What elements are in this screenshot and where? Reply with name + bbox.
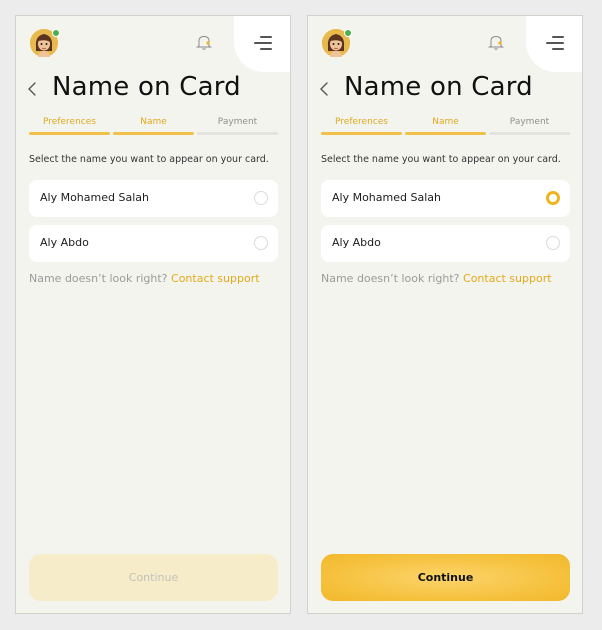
step-payment: Payment bbox=[197, 117, 278, 135]
continue-button[interactable]: Continue bbox=[321, 554, 570, 601]
step-preferences: Preferences bbox=[321, 117, 402, 135]
radio-button[interactable] bbox=[254, 236, 268, 250]
radio-button[interactable] bbox=[546, 236, 560, 250]
radio-button-selected[interactable] bbox=[546, 191, 560, 205]
step-label: Preferences bbox=[43, 117, 96, 127]
step-preferences: Preferences bbox=[29, 117, 110, 135]
card-name-screen-unselected: Name on Card Preferences Name Payment Se… bbox=[15, 15, 291, 614]
radio-button[interactable] bbox=[254, 191, 268, 205]
step-bar bbox=[405, 132, 486, 135]
online-status-dot bbox=[52, 29, 60, 37]
progress-steps: Preferences Name Payment bbox=[29, 117, 278, 137]
step-bar bbox=[113, 132, 194, 135]
step-bar bbox=[321, 132, 402, 135]
support-text: Name doesn’t look right? bbox=[321, 272, 460, 285]
contact-support-link[interactable]: Contact support bbox=[463, 272, 552, 285]
instruction-text: Select the name you want to appear on yo… bbox=[321, 154, 561, 165]
step-name: Name bbox=[405, 117, 486, 135]
step-bar bbox=[489, 132, 570, 135]
continue-button[interactable]: Continue bbox=[29, 554, 278, 601]
step-label: Payment bbox=[509, 117, 550, 127]
menu-button[interactable] bbox=[526, 16, 582, 72]
support-hint: Name doesn’t look right? Contact support bbox=[29, 272, 260, 285]
option-label: Aly Mohamed Salah bbox=[332, 191, 441, 204]
card-name-screen-selected: Name on Card Preferences Name Payment Se… bbox=[307, 15, 583, 614]
instruction-text: Select the name you want to appear on yo… bbox=[29, 154, 269, 165]
menu-icon bbox=[546, 36, 564, 50]
back-chevron-icon[interactable] bbox=[318, 80, 330, 98]
name-option-full[interactable]: Aly Mohamed Salah bbox=[321, 180, 570, 217]
step-bar bbox=[29, 132, 110, 135]
avatar[interactable] bbox=[322, 29, 352, 57]
online-status-dot bbox=[344, 29, 352, 37]
name-option-short[interactable]: Aly Abdo bbox=[321, 225, 570, 262]
menu-button[interactable] bbox=[234, 16, 290, 72]
step-payment: Payment bbox=[489, 117, 570, 135]
option-label: Aly Abdo bbox=[40, 236, 89, 249]
step-name: Name bbox=[113, 117, 194, 135]
contact-support-link[interactable]: Contact support bbox=[171, 272, 260, 285]
support-hint: Name doesn’t look right? Contact support bbox=[321, 272, 552, 285]
step-label: Name bbox=[432, 117, 459, 127]
progress-steps: Preferences Name Payment bbox=[321, 117, 570, 137]
bell-icon[interactable] bbox=[488, 33, 504, 51]
step-label: Payment bbox=[217, 117, 258, 127]
back-chevron-icon[interactable] bbox=[26, 80, 38, 98]
name-option-short[interactable]: Aly Abdo bbox=[29, 225, 278, 262]
step-label: Preferences bbox=[335, 117, 388, 127]
bell-icon[interactable] bbox=[196, 33, 212, 51]
option-label: Aly Mohamed Salah bbox=[40, 191, 149, 204]
menu-icon bbox=[254, 36, 272, 50]
option-label: Aly Abdo bbox=[332, 236, 381, 249]
name-option-full[interactable]: Aly Mohamed Salah bbox=[29, 180, 278, 217]
avatar[interactable] bbox=[30, 29, 60, 57]
page-title: Name on Card bbox=[344, 72, 533, 102]
support-text: Name doesn’t look right? bbox=[29, 272, 168, 285]
step-bar bbox=[197, 132, 278, 135]
step-label: Name bbox=[140, 117, 167, 127]
page-title: Name on Card bbox=[52, 72, 241, 102]
